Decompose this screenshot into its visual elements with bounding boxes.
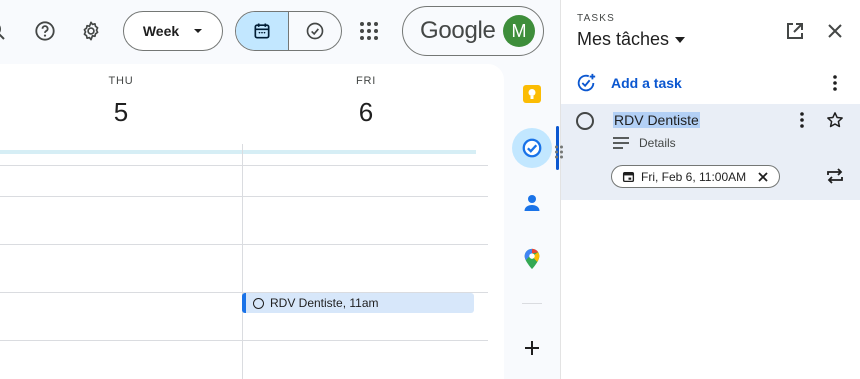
calendar-event[interactable]: RDV Dentiste , 11am xyxy=(242,293,474,313)
all-day-row[interactable] xyxy=(0,150,476,154)
more-vert-icon xyxy=(800,112,804,128)
complete-task-checkbox[interactable] xyxy=(576,112,594,130)
keep-icon xyxy=(523,85,541,103)
tasks-panel-label: TASKS xyxy=(577,13,616,24)
settings-button[interactable] xyxy=(71,11,111,51)
day-number[interactable]: 6 xyxy=(336,97,396,128)
task-item[interactable]: RDV Dentiste Details Fri, Feb 6, 11:00AM xyxy=(555,104,860,200)
calendar-tasks-toggle xyxy=(235,11,342,51)
drag-handle-icon[interactable] xyxy=(554,145,564,159)
list-options-button[interactable] xyxy=(815,63,855,103)
get-addons-button[interactable] xyxy=(512,328,552,368)
add-task-label: Add a task xyxy=(611,75,682,91)
calendar-icon xyxy=(254,23,270,39)
view-select-label: Week xyxy=(142,23,180,39)
contacts-button[interactable] xyxy=(512,183,552,223)
tasks-view-button[interactable] xyxy=(289,12,341,50)
task-check-icon xyxy=(306,22,324,40)
star-outline-icon xyxy=(827,112,843,128)
due-date-chip[interactable]: Fri, Feb 6, 11:00AM xyxy=(611,165,780,188)
day-name: FRI xyxy=(355,75,377,87)
hour-line xyxy=(0,340,488,341)
week-grid: THU 5 FRI 6 RDV Dentiste , 11am xyxy=(0,64,504,379)
task-title-input[interactable]: RDV Dentiste xyxy=(613,112,700,128)
help-icon xyxy=(35,21,55,41)
day-number[interactable]: 5 xyxy=(91,97,151,128)
avatar[interactable]: M xyxy=(503,15,535,47)
event-title: RDV Dentiste xyxy=(270,296,343,310)
rail-divider xyxy=(522,303,542,304)
tasks-app-button[interactable] xyxy=(512,128,552,168)
due-date-label: Fri, Feb 6, 11:00AM xyxy=(641,169,747,184)
help-button[interactable] xyxy=(25,11,65,51)
day-divider xyxy=(242,144,243,379)
gear-icon xyxy=(83,21,99,41)
add-task-button[interactable]: Add a task xyxy=(575,72,682,94)
open-in-new-window-button[interactable] xyxy=(775,11,815,51)
tasks-panel: TASKS Mes tâches Add a task RDV Dentiste… xyxy=(555,0,860,379)
calendar-view-button[interactable] xyxy=(236,12,289,50)
hour-line xyxy=(0,165,488,166)
task-circle-icon xyxy=(253,297,264,309)
caret-down-icon xyxy=(675,36,686,43)
open-in-new-icon xyxy=(787,23,803,39)
caret-down-icon xyxy=(194,29,203,33)
more-vert-icon xyxy=(833,75,837,91)
apps-grid-icon xyxy=(360,22,378,40)
close-icon xyxy=(828,24,842,38)
notes-icon xyxy=(613,137,629,149)
apps-button[interactable] xyxy=(349,11,389,51)
day-name: THU xyxy=(108,75,134,87)
view-select-button[interactable]: Week xyxy=(123,11,223,51)
day-header-thu[interactable]: THU 5 xyxy=(91,75,151,128)
keep-button[interactable] xyxy=(512,74,552,114)
repeat-button[interactable] xyxy=(815,156,855,196)
side-panel-rail xyxy=(504,64,560,379)
plus-icon xyxy=(525,341,539,355)
star-task-button[interactable] xyxy=(815,100,855,140)
task-details-field[interactable]: Details xyxy=(613,136,676,150)
maps-pin-icon xyxy=(524,248,540,270)
day-header-fri[interactable]: FRI 6 xyxy=(336,75,396,128)
contacts-icon xyxy=(524,195,540,211)
hour-line xyxy=(0,196,488,197)
clear-date-icon[interactable] xyxy=(758,171,768,182)
calendar-small-icon xyxy=(622,172,635,183)
account-chip[interactable]: Google M xyxy=(402,6,544,56)
event-time: , 11am xyxy=(342,296,379,310)
search-button[interactable] xyxy=(0,11,16,51)
close-panel-button[interactable] xyxy=(815,11,855,51)
add-task-icon xyxy=(577,73,596,92)
task-list-name: Mes tâches xyxy=(577,29,670,49)
google-logo: Google xyxy=(420,17,496,44)
details-placeholder: Details xyxy=(639,136,676,150)
hour-line xyxy=(0,244,488,245)
search-icon xyxy=(0,25,5,40)
maps-button[interactable] xyxy=(512,239,552,279)
task-list-select[interactable]: Mes tâches xyxy=(577,29,686,50)
repeat-icon xyxy=(827,168,843,184)
top-bar: Week Google M xyxy=(0,0,560,64)
tasks-icon xyxy=(522,138,542,158)
